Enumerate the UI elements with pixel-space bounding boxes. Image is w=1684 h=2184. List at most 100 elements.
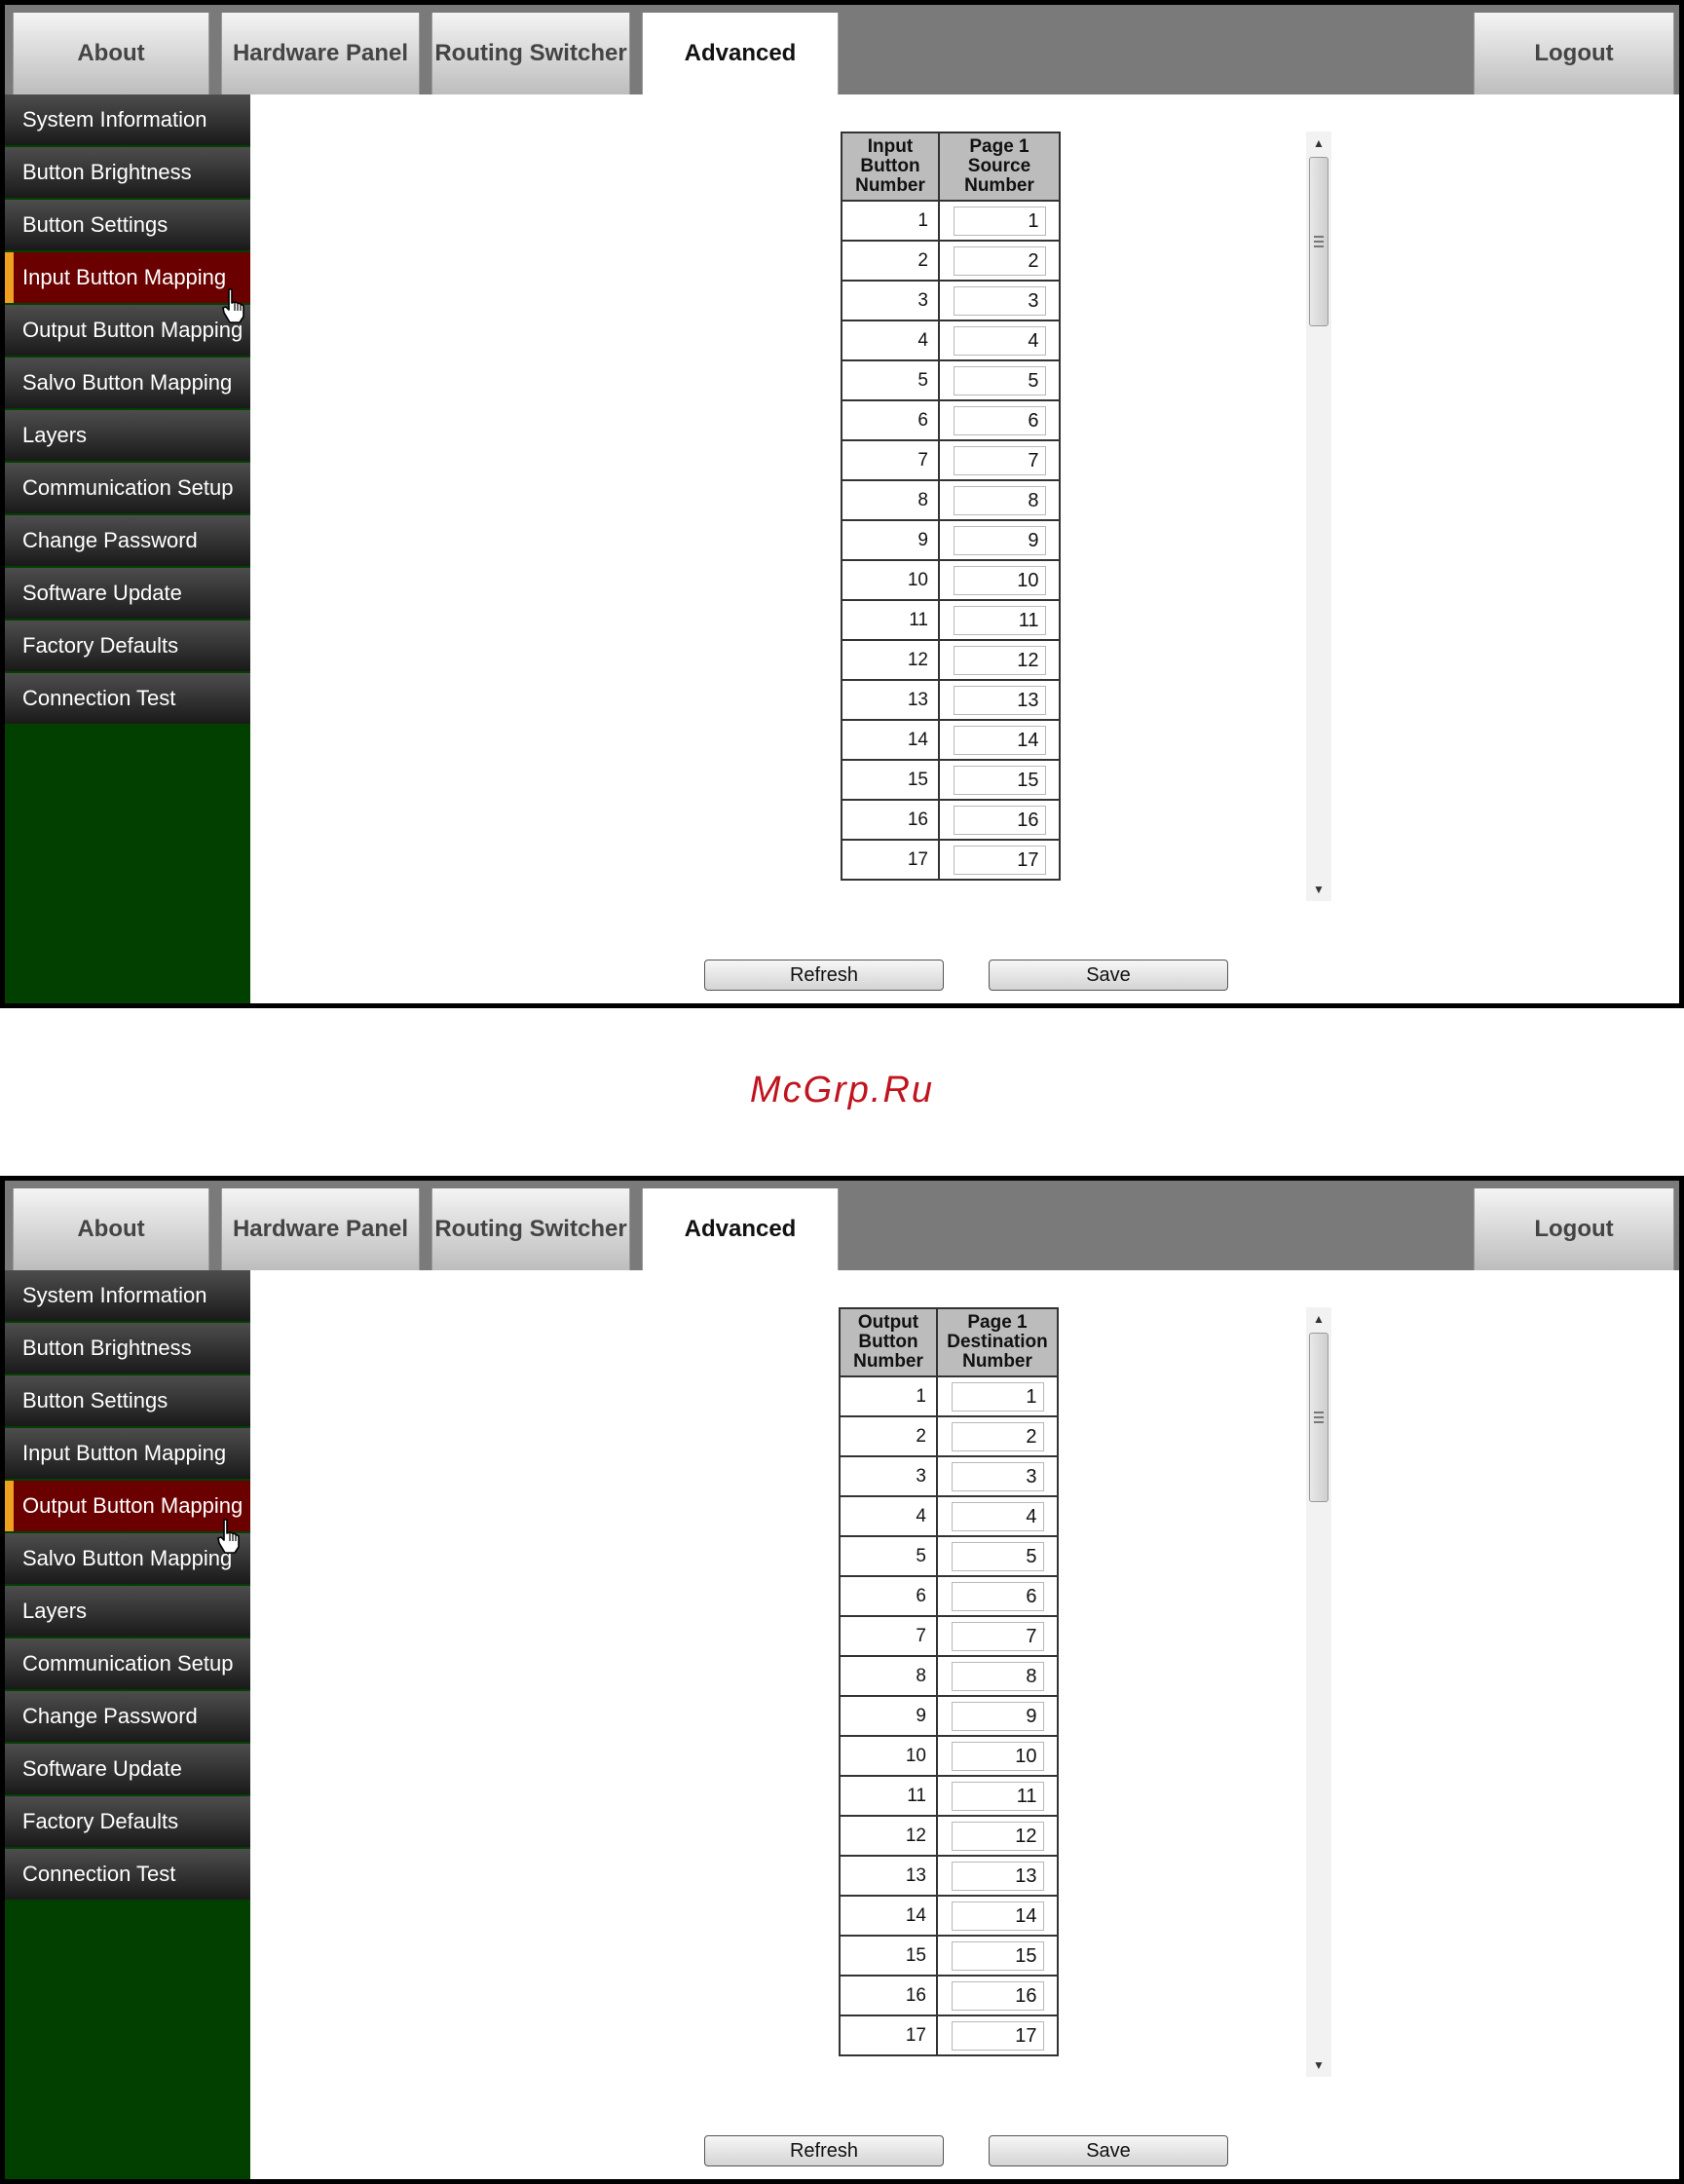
mapping-value-input[interactable]: 8 bbox=[953, 485, 1046, 515]
save-button[interactable]: Save bbox=[989, 960, 1228, 991]
tab-routing-switcher[interactable]: Routing Switcher bbox=[431, 13, 630, 94]
table-row: 44 bbox=[839, 1495, 1059, 1537]
mapping-value-input[interactable]: 15 bbox=[953, 765, 1046, 795]
mapping-value-input[interactable]: 13 bbox=[951, 1861, 1044, 1891]
mapping-value-input[interactable]: 5 bbox=[951, 1541, 1044, 1571]
sidebar-item-salvo-button-mapping[interactable]: Salvo Button Mapping bbox=[5, 358, 250, 408]
mapping-value-input[interactable]: 7 bbox=[951, 1621, 1044, 1651]
sidebar-item-factory-defaults[interactable]: Factory Defaults bbox=[5, 1796, 250, 1847]
mapping-value-input[interactable]: 4 bbox=[953, 325, 1046, 356]
scroll-up-arrow-icon[interactable]: ▲ bbox=[1306, 132, 1331, 155]
tab-routing-switcher[interactable]: Routing Switcher bbox=[431, 1188, 630, 1270]
table-row: 13 13 bbox=[839, 1855, 1059, 1897]
table-row: 16 16 bbox=[839, 1975, 1059, 2016]
mapping-value-input[interactable]: 4 bbox=[951, 1501, 1044, 1531]
mapping-value-input[interactable]: 11 bbox=[953, 605, 1046, 635]
sidebar-item-communication-setup[interactable]: Communication Setup bbox=[5, 463, 250, 513]
mapping-value-cell: 16 bbox=[938, 799, 1061, 841]
refresh-button[interactable]: Refresh bbox=[704, 2135, 944, 2166]
mapping-value-input[interactable]: 2 bbox=[951, 1421, 1044, 1451]
mapping-value-input[interactable]: 5 bbox=[953, 365, 1046, 395]
button-number-cell: 15 bbox=[841, 759, 940, 801]
logout-button[interactable]: Logout bbox=[1474, 13, 1674, 94]
sidebar-item-factory-defaults[interactable]: Factory Defaults bbox=[5, 621, 250, 671]
tab-about[interactable]: About bbox=[13, 1188, 209, 1270]
sidebar-item-system-information[interactable]: System Information bbox=[5, 94, 250, 145]
tab-hardware-panel[interactable]: Hardware Panel bbox=[221, 1188, 420, 1270]
sidebar-item-system-information[interactable]: System Information bbox=[5, 1270, 250, 1321]
button-number-cell: 10 bbox=[841, 559, 940, 601]
table-scrollbar[interactable]: ▲ ▼ bbox=[1306, 132, 1331, 901]
scroll-up-arrow-icon[interactable]: ▲ bbox=[1306, 1307, 1331, 1331]
mapping-value-input[interactable]: 9 bbox=[951, 1701, 1044, 1731]
sidebar-item-connection-test[interactable]: Connection Test bbox=[5, 1849, 250, 1900]
mapping-value-input[interactable]: 17 bbox=[951, 2020, 1044, 2051]
mapping-value-cell: 9 bbox=[936, 1695, 1059, 1737]
mapping-value-input[interactable]: 14 bbox=[953, 725, 1046, 755]
sidebar-item-input-button-mapping[interactable]: Input Button Mapping bbox=[5, 1428, 250, 1479]
scroll-down-arrow-icon[interactable]: ▼ bbox=[1306, 2053, 1331, 2077]
table-scrollbar[interactable]: ▲ ▼ bbox=[1306, 1307, 1331, 2077]
table-row: 77 bbox=[839, 1615, 1059, 1657]
mapping-value-input[interactable]: 2 bbox=[953, 245, 1046, 276]
button-number-cell: 17 bbox=[841, 839, 940, 881]
sidebar-item-layers[interactable]: Layers bbox=[5, 1586, 250, 1637]
tab-hardware-panel[interactable]: Hardware Panel bbox=[221, 13, 420, 94]
mapping-value-cell: 13 bbox=[938, 679, 1061, 721]
mapping-value-input[interactable]: 6 bbox=[953, 405, 1046, 435]
mapping-value-input[interactable]: 17 bbox=[953, 845, 1046, 875]
mapping-value-input[interactable]: 16 bbox=[951, 1980, 1044, 2011]
screenshot-input-button-mapping: About Hardware Panel Routing Switcher Ad… bbox=[0, 0, 1684, 1008]
mapping-value-input[interactable]: 3 bbox=[951, 1461, 1044, 1491]
button-number-cell: 16 bbox=[841, 799, 940, 841]
sidebar: System Information Button Brightness Butto… bbox=[5, 94, 250, 1003]
tab-about[interactable]: About bbox=[13, 13, 209, 94]
sidebar-item-software-update[interactable]: Software Update bbox=[5, 568, 250, 619]
table-row: 22 bbox=[841, 240, 1061, 282]
sidebar-item-communication-setup[interactable]: Communication Setup bbox=[5, 1638, 250, 1689]
sidebar-item-connection-test[interactable]: Connection Test bbox=[5, 673, 250, 724]
mapping-value-input[interactable]: 7 bbox=[953, 445, 1046, 475]
mapping-value-input[interactable]: 6 bbox=[951, 1581, 1044, 1611]
mapping-value-input[interactable]: 10 bbox=[953, 565, 1046, 595]
mapping-value-input[interactable]: 11 bbox=[951, 1781, 1044, 1811]
mapping-value-input[interactable]: 1 bbox=[953, 206, 1046, 236]
mapping-value-input[interactable]: 8 bbox=[951, 1661, 1044, 1691]
mapping-value-input[interactable]: 13 bbox=[953, 685, 1046, 715]
mapping-value-input[interactable]: 1 bbox=[951, 1381, 1044, 1412]
mapping-value-input[interactable]: 3 bbox=[953, 285, 1046, 316]
button-number-cell: 2 bbox=[839, 1415, 938, 1457]
scroll-down-arrow-icon[interactable]: ▼ bbox=[1306, 878, 1331, 901]
sidebar-item-button-brightness[interactable]: Button Brightness bbox=[5, 147, 250, 198]
mapping-value-input[interactable]: 15 bbox=[951, 1940, 1044, 1971]
table-row: 17 17 bbox=[841, 839, 1061, 881]
sidebar-item-software-update[interactable]: Software Update bbox=[5, 1744, 250, 1794]
sidebar-item-change-password[interactable]: Change Password bbox=[5, 515, 250, 566]
refresh-button[interactable]: Refresh bbox=[704, 960, 944, 991]
table-row: 88 bbox=[839, 1655, 1059, 1697]
mapping-value-input[interactable]: 14 bbox=[951, 1901, 1044, 1931]
scroll-thumb[interactable] bbox=[1309, 1333, 1328, 1502]
mapping-value-input[interactable]: 9 bbox=[953, 525, 1046, 555]
button-number-cell: 8 bbox=[839, 1655, 938, 1697]
mapping-value-input[interactable]: 10 bbox=[951, 1741, 1044, 1771]
sidebar-item-input-button-mapping[interactable]: Input Button Mapping bbox=[5, 252, 250, 303]
tab-advanced[interactable]: Advanced bbox=[642, 13, 839, 94]
sidebar-item-button-brightness[interactable]: Button Brightness bbox=[5, 1323, 250, 1374]
save-button[interactable]: Save bbox=[989, 2135, 1228, 2166]
sidebar-item-layers[interactable]: Layers bbox=[5, 410, 250, 461]
logout-button[interactable]: Logout bbox=[1474, 1188, 1674, 1270]
tab-advanced[interactable]: Advanced bbox=[642, 1188, 839, 1270]
mapping-value-input[interactable]: 12 bbox=[953, 645, 1046, 675]
sidebar-item-change-password[interactable]: Change Password bbox=[5, 1691, 250, 1742]
button-number-cell: 8 bbox=[841, 479, 940, 521]
sidebar-item-button-settings[interactable]: Button Settings bbox=[5, 200, 250, 250]
sidebar-item-output-button-mapping[interactable]: Output Button Mapping bbox=[5, 305, 250, 356]
mapping-value-cell: 3 bbox=[938, 280, 1061, 321]
mapping-value-input[interactable]: 12 bbox=[951, 1821, 1044, 1851]
mapping-value-input[interactable]: 16 bbox=[953, 805, 1046, 835]
button-number-cell: 6 bbox=[841, 399, 940, 441]
scroll-thumb[interactable] bbox=[1309, 157, 1328, 326]
mapping-value-cell: 12 bbox=[938, 639, 1061, 681]
sidebar-item-button-settings[interactable]: Button Settings bbox=[5, 1375, 250, 1426]
